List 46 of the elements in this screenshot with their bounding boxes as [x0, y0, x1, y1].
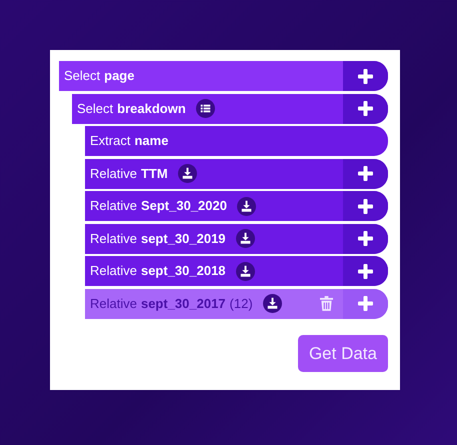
row-verb: Relative — [90, 197, 137, 216]
get-data-button[interactable]: Get Data — [298, 334, 388, 372]
tree-row[interactable]: Relative sept_30_2019 — [85, 224, 388, 254]
row-name: Sept_30_2020 — [140, 197, 227, 216]
download-icon[interactable] — [262, 294, 282, 313]
add-button[interactable] — [343, 191, 388, 221]
download-icon[interactable] — [236, 262, 255, 280]
add-button[interactable] — [343, 61, 388, 91]
tree-row[interactable]: Extract name — [85, 126, 388, 156]
row-verb: Relative — [90, 294, 137, 313]
row-name: TTM — [140, 164, 168, 183]
plus-icon — [358, 198, 373, 214]
add-button[interactable] — [343, 94, 388, 124]
plus-icon — [358, 166, 373, 181]
plus-icon — [358, 264, 373, 278]
tree-row[interactable]: Relative TTM — [85, 158, 388, 188]
row-verb: Relative — [90, 164, 137, 183]
add-button[interactable] — [343, 256, 388, 286]
plus-icon — [358, 231, 373, 246]
row-verb: Select — [77, 100, 114, 118]
add-button[interactable] — [343, 158, 388, 188]
row-name: sept_30_2017 — [140, 294, 226, 313]
plus-icon — [358, 101, 373, 116]
list-icon[interactable] — [196, 99, 215, 118]
tree-row[interactable]: Relative sept_30_2018 — [85, 256, 388, 286]
row-verb: Relative — [90, 230, 137, 248]
row-name: breakdown — [117, 100, 186, 118]
row-count: (12) — [230, 294, 253, 313]
tree-row[interactable]: Select page — [59, 61, 388, 91]
trash-icon[interactable] — [320, 296, 333, 311]
row-name: name — [134, 132, 168, 150]
row-name: sept_30_2019 — [140, 230, 226, 248]
download-icon[interactable] — [236, 229, 255, 248]
row-name: page — [104, 67, 134, 86]
row-verb: Relative — [90, 262, 137, 280]
add-button[interactable] — [343, 224, 388, 254]
download-icon[interactable] — [236, 196, 256, 216]
tree-row[interactable]: Select breakdown — [72, 94, 388, 124]
add-button[interactable] — [343, 288, 388, 318]
plus-icon — [358, 296, 373, 311]
row-verb: Extract — [90, 132, 130, 150]
tree-row[interactable]: Relative Sept_30_2020 — [85, 191, 388, 221]
plus-icon — [358, 68, 373, 84]
row-name: sept_30_2018 — [140, 262, 226, 280]
download-icon[interactable] — [178, 164, 197, 183]
row-verb: Select — [64, 67, 100, 86]
